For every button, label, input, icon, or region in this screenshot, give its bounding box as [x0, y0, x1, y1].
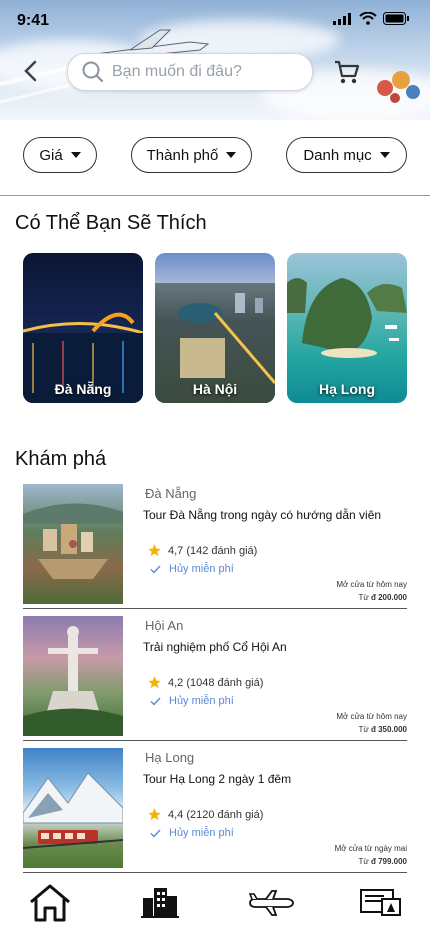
tour-card-halong[interactable]: Hạ Long Tour Hạ Long 2 ngày 1 đêm 4,4 (2… — [23, 748, 407, 873]
tour-price-prefix: Từ — [358, 725, 369, 734]
tour-location: Hội An — [145, 618, 184, 633]
tour-title: Trải nghiệm phố Cổ Hội An — [143, 640, 287, 654]
tour-title: Tour Đà Nẵng trong ngày có hướng dẫn viê… — [143, 508, 382, 522]
status-time: 9:41 — [17, 12, 50, 29]
city-card-danang[interactable]: Đà Nẵng — [23, 253, 143, 403]
tour-price-value: đ 350.000 — [370, 725, 407, 734]
search-bar[interactable] — [67, 53, 313, 91]
nav-home[interactable] — [28, 883, 72, 928]
search-icon — [82, 61, 104, 83]
nav-flights[interactable] — [248, 889, 294, 922]
wifi-icon — [359, 12, 377, 25]
tour-rating-text: 4,7 (142 đánh giá) — [168, 544, 258, 557]
hotel-icon — [141, 888, 179, 918]
filter-category-label: Danh mục — [303, 146, 372, 164]
filter-price-label: Giá — [39, 146, 63, 164]
tour-rating: 4,4 (2120 đánh giá) — [147, 807, 263, 822]
check-icon — [150, 565, 161, 574]
tour-location: Đà Nẵng — [145, 486, 197, 501]
signal-icon — [333, 12, 351, 25]
filter-bar: Giá Thành phố Danh mục — [0, 120, 430, 196]
back-arrow-icon[interactable] — [18, 58, 44, 84]
bottom-nav — [0, 875, 430, 933]
tour-open-date: Mở cửa từ hôm nay — [336, 580, 407, 589]
tour-rating: 4,7 (142 đánh giá) — [147, 543, 257, 558]
tour-free-cancel: Hủy miễn phí — [150, 695, 234, 707]
tour-free-cancel-text: Hủy miễn phí — [169, 563, 234, 575]
city-card-halong[interactable]: Hạ Long — [287, 253, 407, 403]
tour-price: Từ đ 799.000 — [358, 857, 407, 866]
battery-icon — [383, 12, 409, 25]
check-icon — [150, 697, 161, 706]
tour-free-cancel: Hủy miễn phí — [150, 563, 234, 575]
filter-price[interactable]: Giá — [23, 137, 97, 173]
explore-title: Khám phá — [15, 448, 107, 470]
city-name: Hà Nội — [192, 381, 238, 397]
tour-open-date: Mở cửa từ hôm nay — [336, 712, 407, 721]
tour-free-cancel-text: Hủy miễn phí — [169, 827, 234, 839]
tour-price-value: đ 799.000 — [370, 857, 407, 866]
tour-thumbnail — [23, 484, 123, 604]
tour-price-prefix: Từ — [358, 593, 369, 602]
tour-free-cancel-text: Hủy miễn phí — [169, 695, 234, 707]
tour-rating: 4,2 (1048 đánh giá) — [147, 675, 263, 690]
caret-down-icon — [70, 152, 81, 158]
caret-down-icon — [226, 152, 237, 158]
cart-icon[interactable] — [333, 58, 361, 86]
tour-price: Từ đ 200.000 — [358, 593, 407, 602]
nav-tickets[interactable] — [360, 889, 402, 922]
tour-price-prefix: Từ — [358, 857, 369, 866]
airplane-icon — [248, 890, 294, 916]
search-input[interactable] — [110, 62, 304, 82]
ticket-icon — [360, 889, 401, 916]
tour-price-value: đ 200.000 — [370, 593, 407, 602]
tour-thumbnail — [23, 616, 123, 736]
tour-price: Từ đ 350.000 — [358, 725, 407, 734]
balloons-decoration — [377, 71, 420, 103]
check-icon — [150, 829, 161, 838]
tour-rating-text: 4,2 (1048 đánh giá) — [168, 676, 264, 689]
filter-city[interactable]: Thành phố — [131, 137, 252, 173]
tour-card-hoian[interactable]: Hội An Trải nghiệm phố Cổ Hội An 4,2 (10… — [23, 616, 407, 741]
city-name: Hạ Long — [319, 381, 375, 397]
tour-rating-text: 4,4 (2120 đánh giá) — [168, 808, 264, 821]
city-name: Đà Nẵng — [54, 381, 112, 397]
city-card-hanoi[interactable]: Hà Nội — [155, 253, 275, 403]
tour-card-danang[interactable]: Đà Nẵng Tour Đà Nẵng trong ngày có hướng… — [23, 484, 407, 609]
star-icon — [148, 808, 161, 821]
tour-free-cancel: Hủy miễn phí — [150, 827, 234, 839]
filter-category[interactable]: Danh mục — [286, 137, 407, 173]
tour-thumbnail — [23, 748, 123, 868]
status-icons — [333, 12, 410, 25]
star-icon — [148, 676, 161, 689]
header-banner: 9:41 — [0, 0, 430, 120]
suggest-title: Có Thể Bạn Sẽ Thích — [15, 212, 207, 234]
star-icon — [148, 544, 161, 557]
home-icon — [30, 884, 70, 922]
tour-open-date: Mở cửa từ ngày mai — [334, 844, 407, 853]
tour-title: Tour Hạ Long 2 ngày 1 đêm — [143, 772, 292, 786]
filter-city-label: Thành phố — [146, 146, 219, 164]
caret-down-icon — [379, 152, 390, 158]
nav-hotels[interactable] — [141, 886, 179, 923]
tour-location: Hạ Long — [145, 750, 195, 765]
